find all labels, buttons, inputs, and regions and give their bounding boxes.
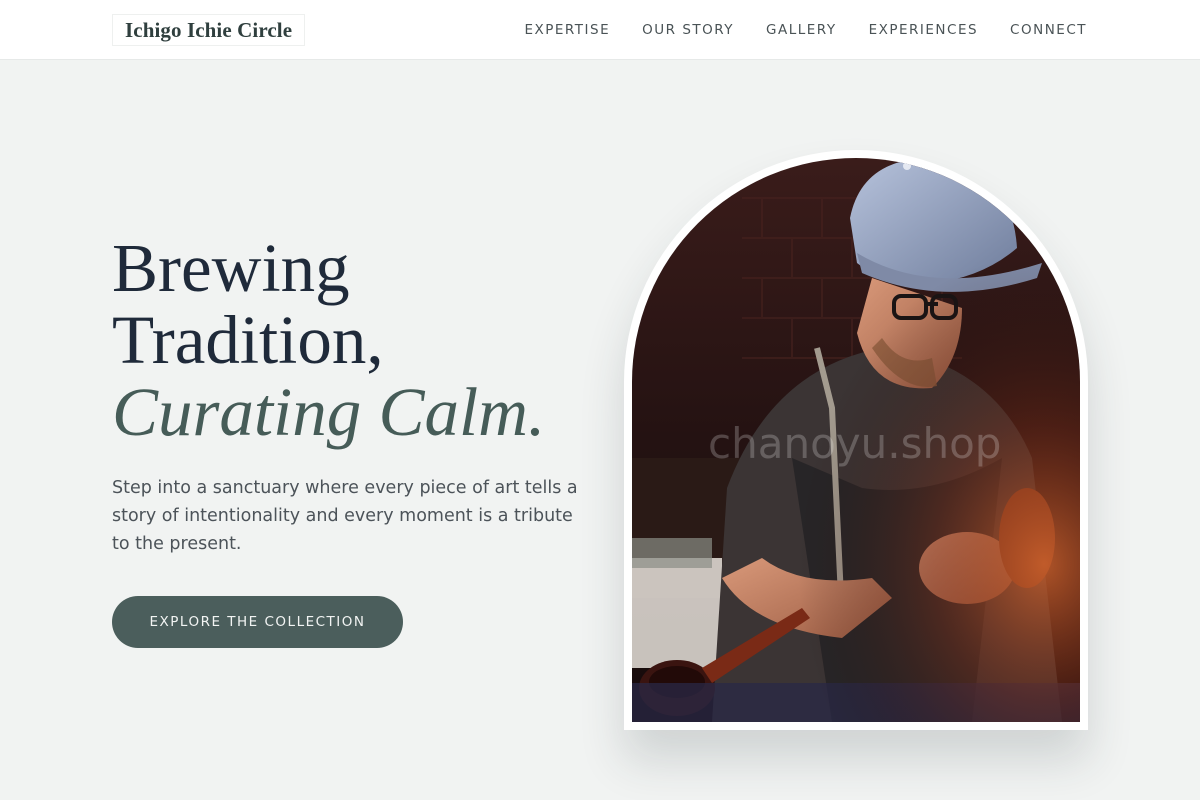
hero-title-accent: Curating Calm. xyxy=(112,374,546,450)
nav-link-our-story[interactable]: OUR STORY xyxy=(642,22,734,38)
site-logo[interactable]: Ichigo Ichie Circle xyxy=(112,14,306,46)
top-navbar: Ichigo Ichie Circle EXPERTISE OUR STORY … xyxy=(0,0,1200,60)
hero-image-frame: chanoyu.shop xyxy=(624,150,1088,730)
nav-link-connect[interactable]: CONNECT xyxy=(1010,22,1087,38)
hero-title: Brewing Tradition, Curating Calm. xyxy=(112,232,612,448)
nav-link-gallery[interactable]: GALLERY xyxy=(766,22,837,38)
hero-photo: chanoyu.shop xyxy=(632,158,1080,722)
explore-collection-button[interactable]: EXPLORE THE COLLECTION xyxy=(112,596,403,648)
nav-link-expertise[interactable]: EXPERTISE xyxy=(524,22,610,38)
main-nav: EXPERTISE OUR STORY GALLERY EXPERIENCES … xyxy=(524,0,1087,60)
hero-description: Step into a sanctuary where every piece … xyxy=(112,478,578,554)
nav-link-experiences[interactable]: EXPERIENCES xyxy=(869,22,978,38)
photo-watermark: chanoyu.shop xyxy=(708,419,1001,468)
hero-title-line: Tradition, xyxy=(112,302,384,378)
hero-title-line: Brewing xyxy=(112,230,350,306)
